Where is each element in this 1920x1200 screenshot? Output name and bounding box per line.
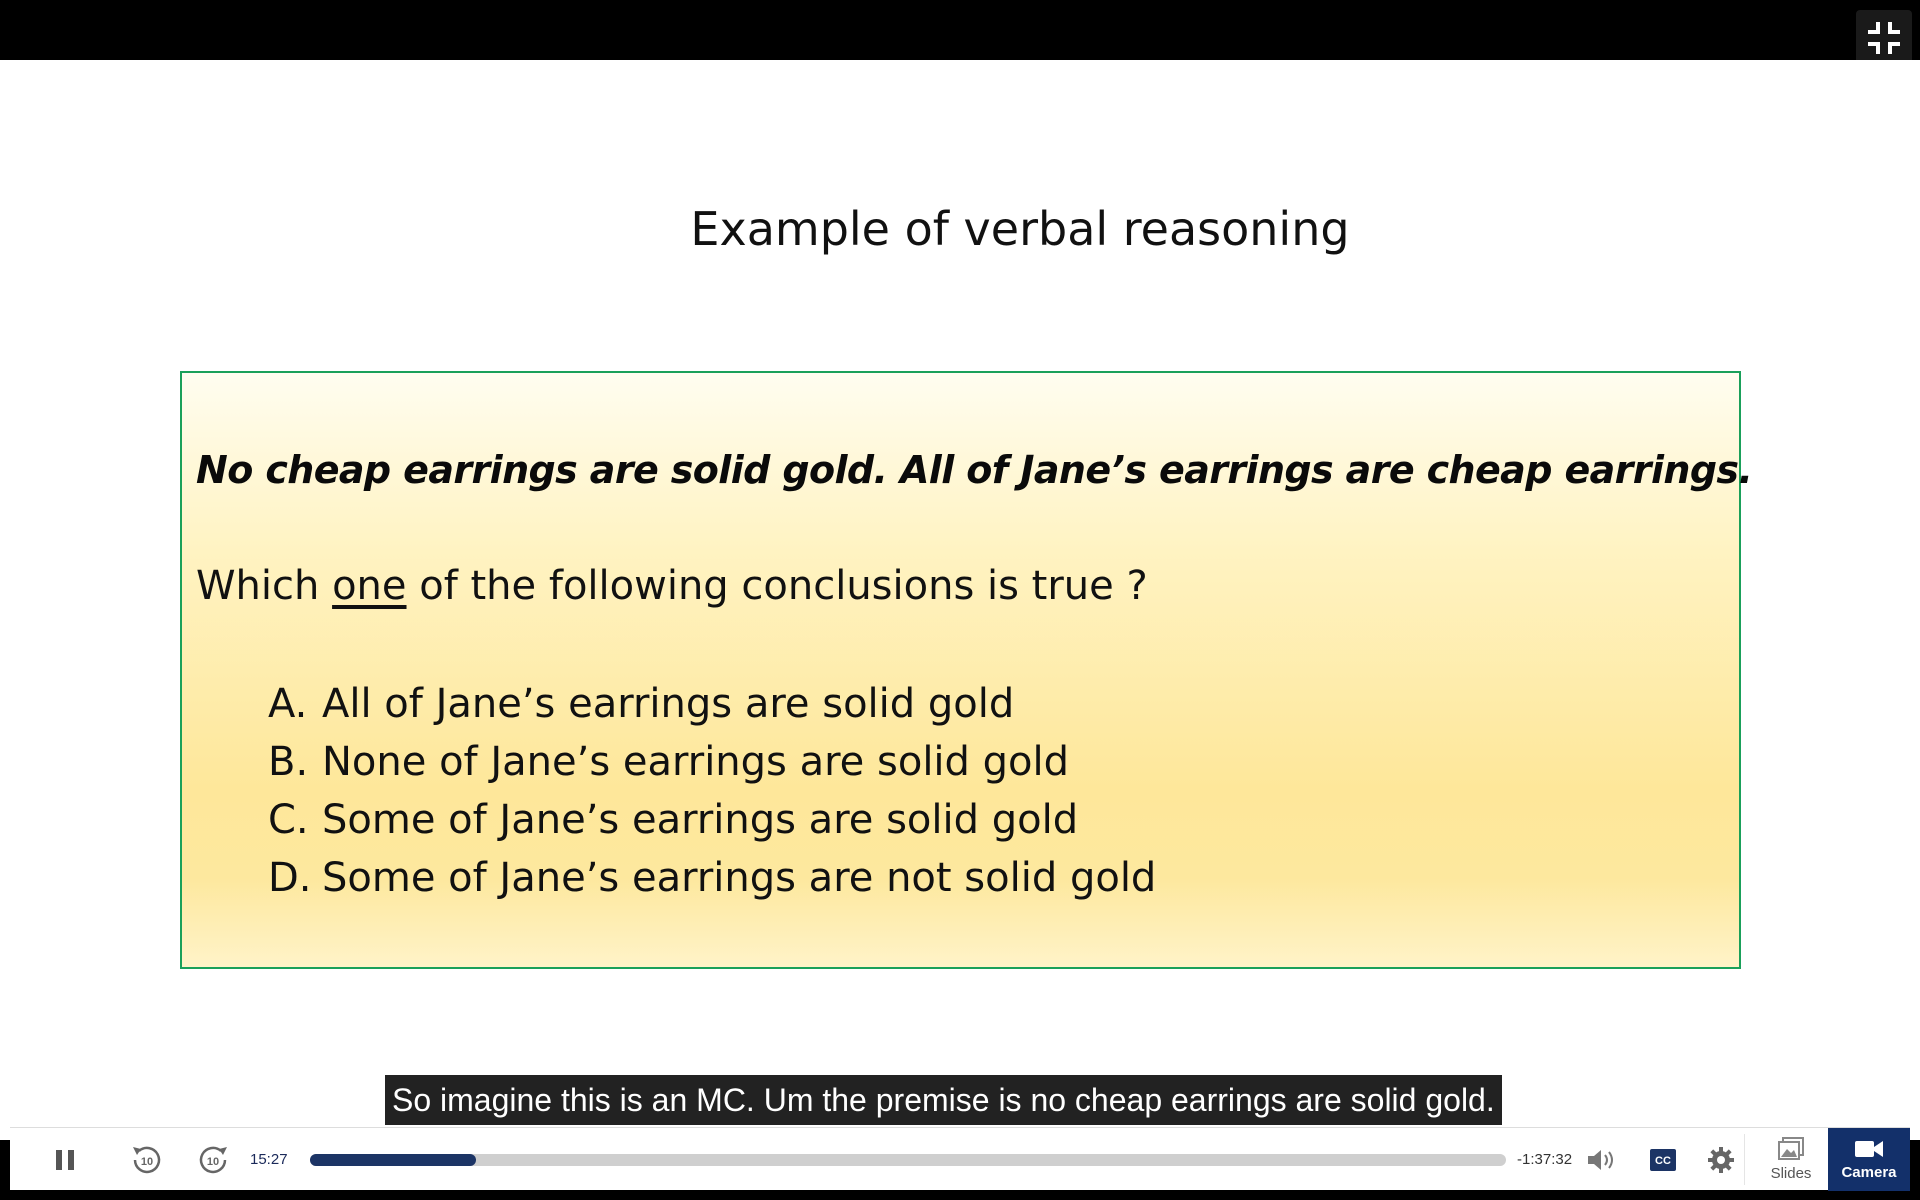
volume-icon	[1588, 1149, 1613, 1170]
option-text: All of Jane’s earrings are solid gold	[322, 681, 1015, 727]
option-a: A. All of Jane’s earrings are solid gold	[268, 675, 1156, 733]
progress-fill	[310, 1154, 477, 1166]
gear-icon	[1708, 1146, 1734, 1173]
option-letter: A.	[268, 681, 308, 727]
remaining-time: -1:37:32	[1517, 1151, 1573, 1168]
pause-button[interactable]	[30, 1128, 100, 1191]
premise-text: No cheap earrings are solid gold. All of…	[196, 448, 1753, 492]
option-text: Some of Jane’s earrings are solid gold	[322, 797, 1079, 843]
elapsed-time: 15:27	[250, 1151, 288, 1168]
pause-icon	[56, 1149, 74, 1170]
settings-button[interactable]	[1698, 1128, 1744, 1191]
rewind-10-icon: 10	[133, 1146, 161, 1173]
closed-captions-button[interactable]: CC	[1640, 1128, 1686, 1191]
subtitle-caption: So imagine this is an MC. Um the premise…	[385, 1075, 1502, 1125]
forward-10-button[interactable]: 10	[188, 1128, 238, 1191]
top-bar	[0, 0, 1920, 66]
question-box: No cheap earrings are solid gold. All of…	[180, 371, 1753, 969]
option-letter: B.	[268, 739, 309, 785]
progress-bar[interactable]	[310, 1154, 1506, 1166]
closed-captions-icon: CC	[1650, 1148, 1676, 1171]
tab-camera-label: Camera	[1841, 1164, 1897, 1181]
option-text: None of Jane’s earrings are solid gold	[322, 739, 1070, 785]
slide: Example of verbal reasoning No cheap ear…	[0, 60, 1920, 1140]
option-c: C. Some of Jane’s earrings are solid gold	[268, 791, 1156, 849]
volume-button[interactable]	[1580, 1128, 1626, 1191]
rewind-10-button[interactable]: 10	[122, 1128, 172, 1191]
question-underlined: one	[332, 563, 407, 609]
question-text: Which one of the following conclusions i…	[196, 563, 1148, 609]
question-after: of the following conclusions is true ?	[406, 563, 1148, 609]
options-list: A. All of Jane’s earrings are solid gold …	[268, 675, 1156, 907]
tab-slides[interactable]: Slides	[1750, 1128, 1832, 1191]
question-before: Which	[196, 563, 333, 609]
option-letter: C.	[268, 797, 309, 843]
exit-fullscreen-button[interactable]	[1856, 10, 1912, 66]
tab-slides-label: Slides	[1770, 1165, 1812, 1182]
slides-icon	[1778, 1137, 1804, 1160]
slide-title: Example of verbal reasoning	[690, 202, 1350, 256]
option-text: Some of Jane’s earrings are not solid go…	[322, 855, 1157, 901]
option-d: D. Some of Jane’s earrings are not solid …	[268, 849, 1156, 907]
tab-camera[interactable]: Camera	[1828, 1128, 1910, 1191]
player-controls: 10 10 15:27 -1:37:32 CC Slides Camera	[10, 1127, 1910, 1191]
controls-divider	[1744, 1134, 1745, 1185]
camera-icon	[1855, 1141, 1883, 1157]
svg-text:CC: CC	[1655, 1155, 1671, 1167]
forward-10-icon: 10	[199, 1146, 227, 1173]
rewind-seconds: 10	[141, 1156, 153, 1168]
forward-seconds: 10	[207, 1156, 219, 1168]
option-b: B. None of Jane’s earrings are solid gold	[268, 733, 1156, 791]
option-letter: D.	[268, 855, 312, 901]
exit-fullscreen-icon	[1868, 22, 1900, 54]
